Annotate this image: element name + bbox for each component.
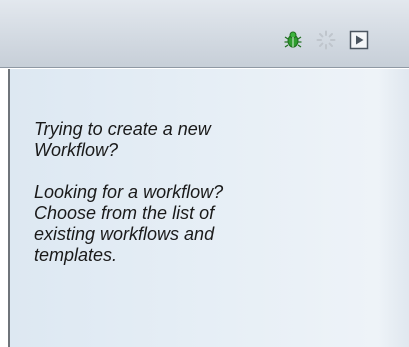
panel-edge-shadow [379, 69, 409, 347]
create-workflow-hint: Trying to create a new Workflow? [34, 119, 211, 160]
toolbar [0, 0, 409, 68]
app-window: Trying to create a new Workflow? Looking… [0, 0, 409, 347]
find-workflow-hint: Looking for a workflow? Choose from the … [34, 182, 224, 265]
help-panel: Trying to create a new Workflow? Looking… [10, 69, 409, 347]
bug-icon[interactable] [283, 30, 303, 50]
spinner-icon [316, 30, 336, 50]
run-icon[interactable] [349, 30, 369, 50]
help-text: Trying to create a new Workflow? Looking… [34, 119, 354, 287]
